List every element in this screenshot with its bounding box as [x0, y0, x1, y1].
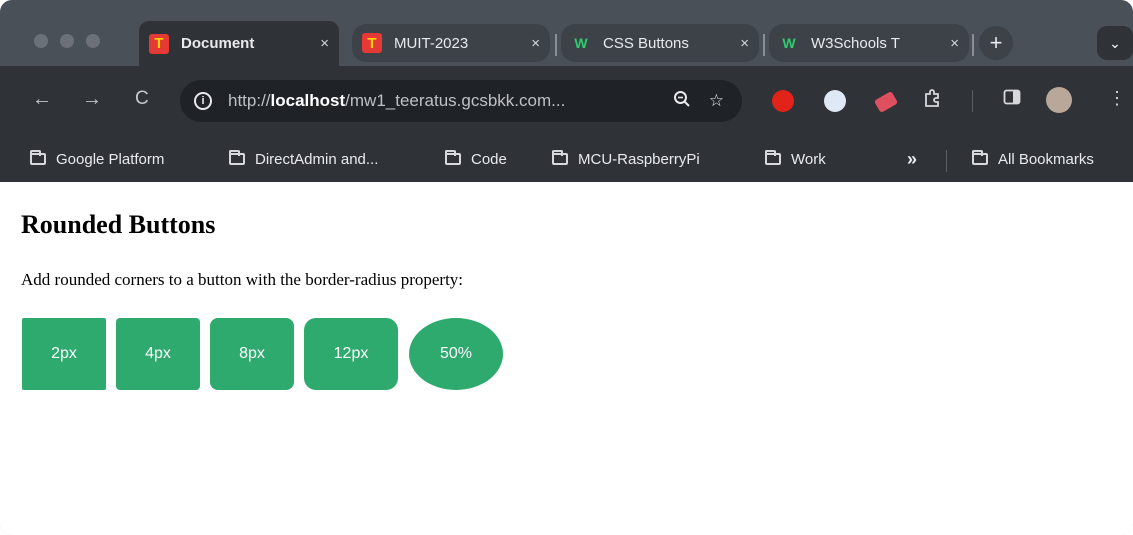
tab-title: MUIT-2023 — [394, 34, 469, 52]
button-4px[interactable]: 4px — [116, 318, 200, 390]
tab-separator — [555, 34, 557, 56]
maximize-window-dot[interactable] — [86, 34, 100, 48]
tab-title: W3Schools T — [811, 34, 900, 52]
tab-muit-2023[interactable]: T MUIT-2023 × — [352, 24, 550, 62]
button-8px[interactable]: 8px — [210, 318, 294, 390]
folder-icon — [552, 150, 568, 165]
w3schools-favicon-icon: W — [574, 35, 588, 51]
folder-icon — [972, 150, 988, 165]
tab-search-button[interactable]: ⌄ — [1097, 26, 1133, 60]
close-icon[interactable]: × — [740, 35, 749, 52]
folder-icon — [445, 150, 461, 165]
reload-button[interactable]: C — [135, 88, 149, 110]
folder-icon — [30, 150, 46, 165]
url-path: /mw1_teeratus.gcsbkk.com... — [345, 91, 566, 110]
new-tab-button[interactable]: + — [979, 26, 1013, 60]
url-protocol: http:// — [228, 91, 271, 110]
page-heading: Rounded Buttons — [21, 210, 216, 239]
t-favicon-icon: T — [149, 33, 169, 54]
extensions-puzzle-icon[interactable] — [922, 88, 942, 114]
close-window-dot[interactable] — [34, 34, 48, 48]
close-icon[interactable]: × — [531, 35, 540, 52]
folder-icon — [765, 150, 781, 165]
forward-button[interactable]: → — [82, 88, 102, 111]
bookmark-label: Google Platform — [56, 150, 165, 168]
page-description: Add rounded corners to a button with the… — [21, 270, 464, 289]
bookmark-label: Work — [791, 150, 826, 168]
toolbar-separator — [972, 90, 973, 112]
bookmarks-bar: Google Platform DirectAdmin and... Code … — [0, 138, 1133, 182]
bookmark-work[interactable]: Work — [765, 144, 826, 174]
adblock-extension-icon[interactable] — [772, 90, 794, 112]
button-12px[interactable]: 12px — [304, 318, 398, 390]
w3schools-favicon-icon: W — [782, 35, 796, 51]
profile-avatar[interactable] — [1046, 87, 1072, 113]
tab-separator — [972, 34, 974, 56]
more-menu-icon[interactable]: ⋮ — [1108, 88, 1126, 109]
back-button[interactable]: ← — [32, 88, 52, 111]
bookmark-label: MCU-RaspberryPi — [578, 150, 700, 168]
bookmark-label: DirectAdmin and... — [255, 150, 379, 168]
tab-document[interactable]: T Document × — [139, 21, 339, 66]
tab-separator — [763, 34, 765, 56]
bookmark-code[interactable]: Code — [445, 144, 507, 174]
tab-w3schools[interactable]: W W3Schools T × — [769, 24, 969, 62]
tab-strip: T Document × T MUIT-2023 × W CSS Buttons… — [0, 0, 1133, 72]
extension-icon[interactable] — [824, 90, 846, 112]
side-panel-icon[interactable] — [1003, 88, 1021, 112]
zoom-icon[interactable] — [673, 90, 691, 113]
address-bar[interactable]: i http://localhost/mw1_teeratus.gcsbkk.c… — [180, 80, 742, 122]
tab-css-buttons[interactable]: W CSS Buttons × — [561, 24, 759, 62]
close-icon[interactable]: × — [320, 35, 329, 52]
button-50-percent[interactable]: 50% — [409, 318, 503, 390]
page-content: Rounded Buttons Add rounded corners to a… — [0, 182, 1133, 535]
button-2px[interactable]: 2px — [22, 318, 106, 390]
bookmark-label: All Bookmarks — [998, 150, 1094, 168]
tab-title: Document — [181, 35, 255, 52]
bookmark-label: Code — [471, 150, 507, 168]
tab-title: CSS Buttons — [603, 34, 689, 52]
star-icon[interactable]: ☆ — [709, 91, 724, 111]
url-text: http://localhost/mw1_teeratus.gcsbkk.com… — [228, 91, 673, 111]
site-info-icon[interactable]: i — [194, 92, 212, 110]
t-favicon-icon: T — [362, 33, 382, 53]
bookmarks-separator — [946, 150, 947, 172]
bookmark-directadmin[interactable]: DirectAdmin and... — [229, 144, 378, 174]
all-bookmarks-button[interactable]: All Bookmarks — [972, 144, 1094, 174]
more-bookmarks-button[interactable]: » — [907, 149, 917, 170]
minimize-window-dot[interactable] — [60, 34, 74, 48]
folder-icon — [229, 150, 245, 165]
close-icon[interactable]: × — [950, 35, 959, 52]
bookmark-google-platform[interactable]: Google Platform — [30, 144, 164, 174]
url-host: localhost — [270, 91, 346, 110]
browser-window: T Document × T MUIT-2023 × W CSS Buttons… — [0, 0, 1133, 535]
bookmark-mcu-raspberrypi[interactable]: MCU-RaspberryPi — [552, 144, 700, 174]
